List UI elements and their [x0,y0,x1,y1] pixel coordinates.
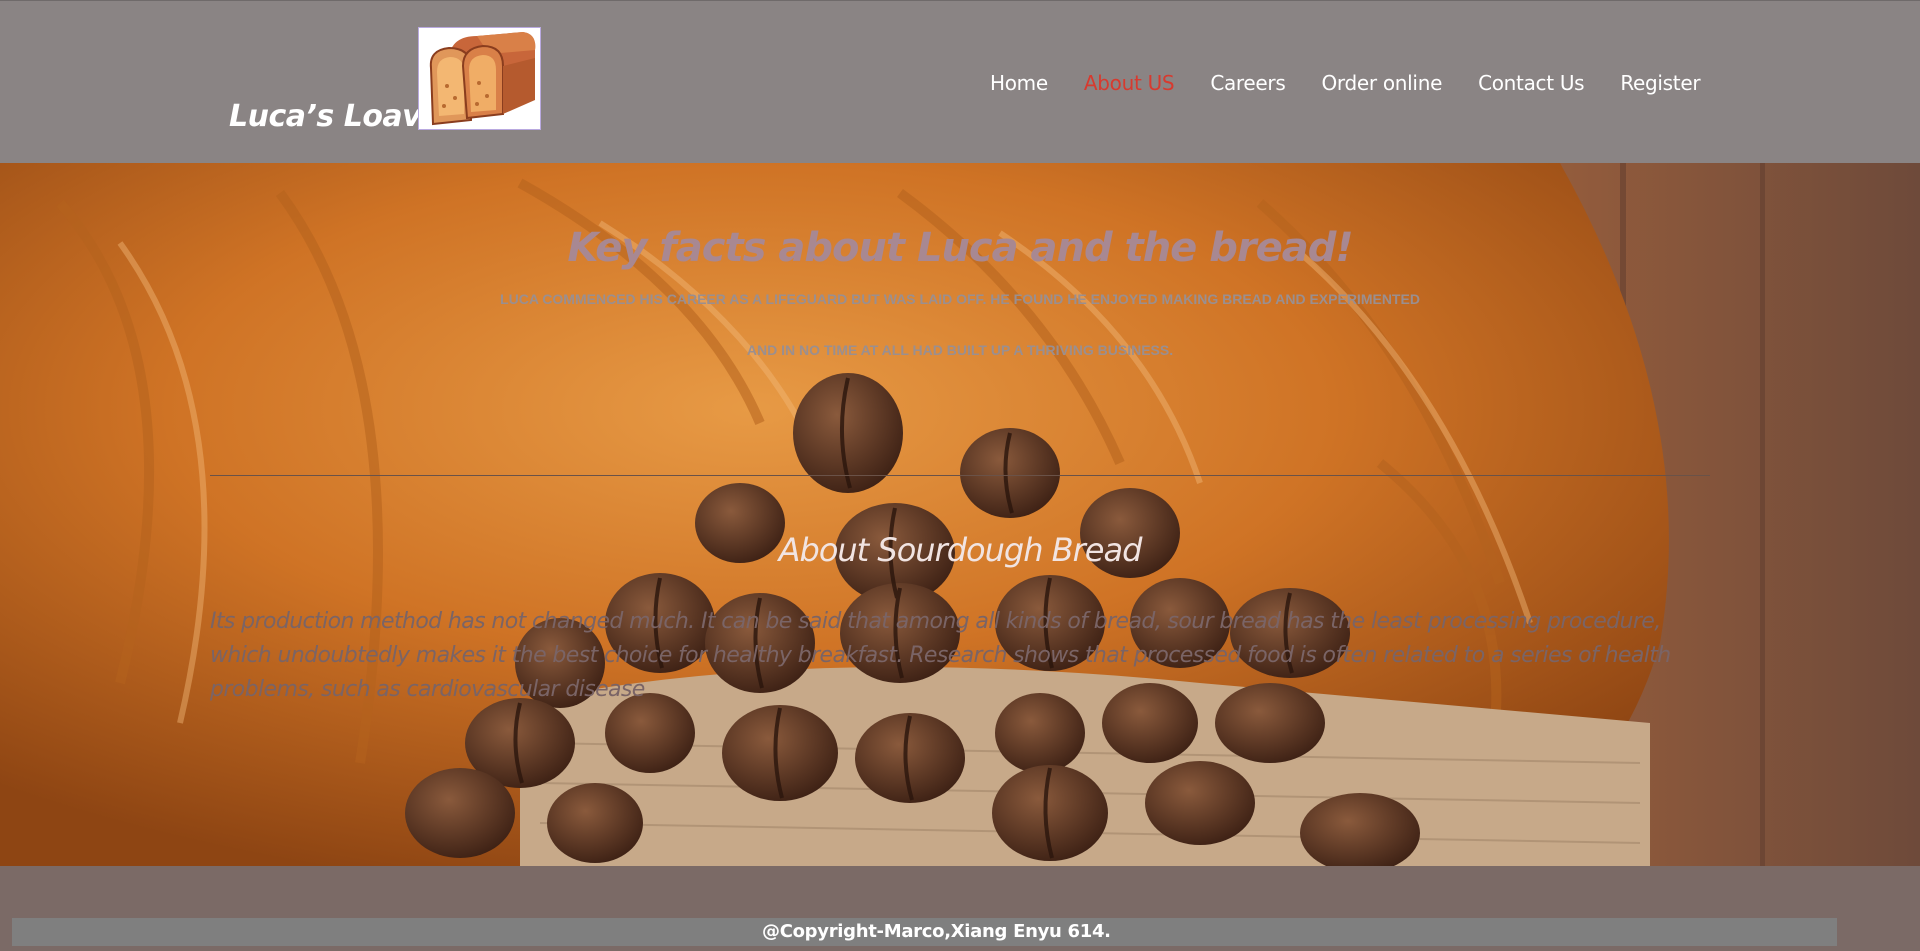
key-facts-line-2: AND IN NO TIME AT ALL HAD BUILT UP A THR… [746,342,1174,358]
sourdough-title: About Sourdough Bread [778,531,1143,569]
nav-contact-us[interactable]: Contact Us [1478,71,1585,95]
section-divider [210,475,1710,476]
sourdough-text: Its production method has not changed mu… [210,609,1671,702]
nav-careers[interactable]: Careers [1210,71,1285,95]
nav-about-us[interactable]: About US [1084,71,1175,95]
site-header: Luca’s Loaves Home About US Careers Orde… [0,0,1920,163]
key-facts-title: Key facts about Luca and the bread! [567,225,1353,271]
nav-order-online[interactable]: Order online [1321,71,1442,95]
bread-loaf-icon[interactable] [418,27,541,130]
key-facts-line-1: LUCA COMMENCED HIS CAREER AS A LIFEGUARD… [500,291,1420,307]
main-nav: Home About US Careers Order online Conta… [990,71,1736,95]
nav-register[interactable]: Register [1620,71,1700,95]
copyright-text: @Copyright-Marco,Xiang Enyu 614. [762,921,1111,942]
nav-home[interactable]: Home [990,71,1048,95]
hero-section: Key facts about Luca and the bread! LUCA… [0,163,1920,866]
